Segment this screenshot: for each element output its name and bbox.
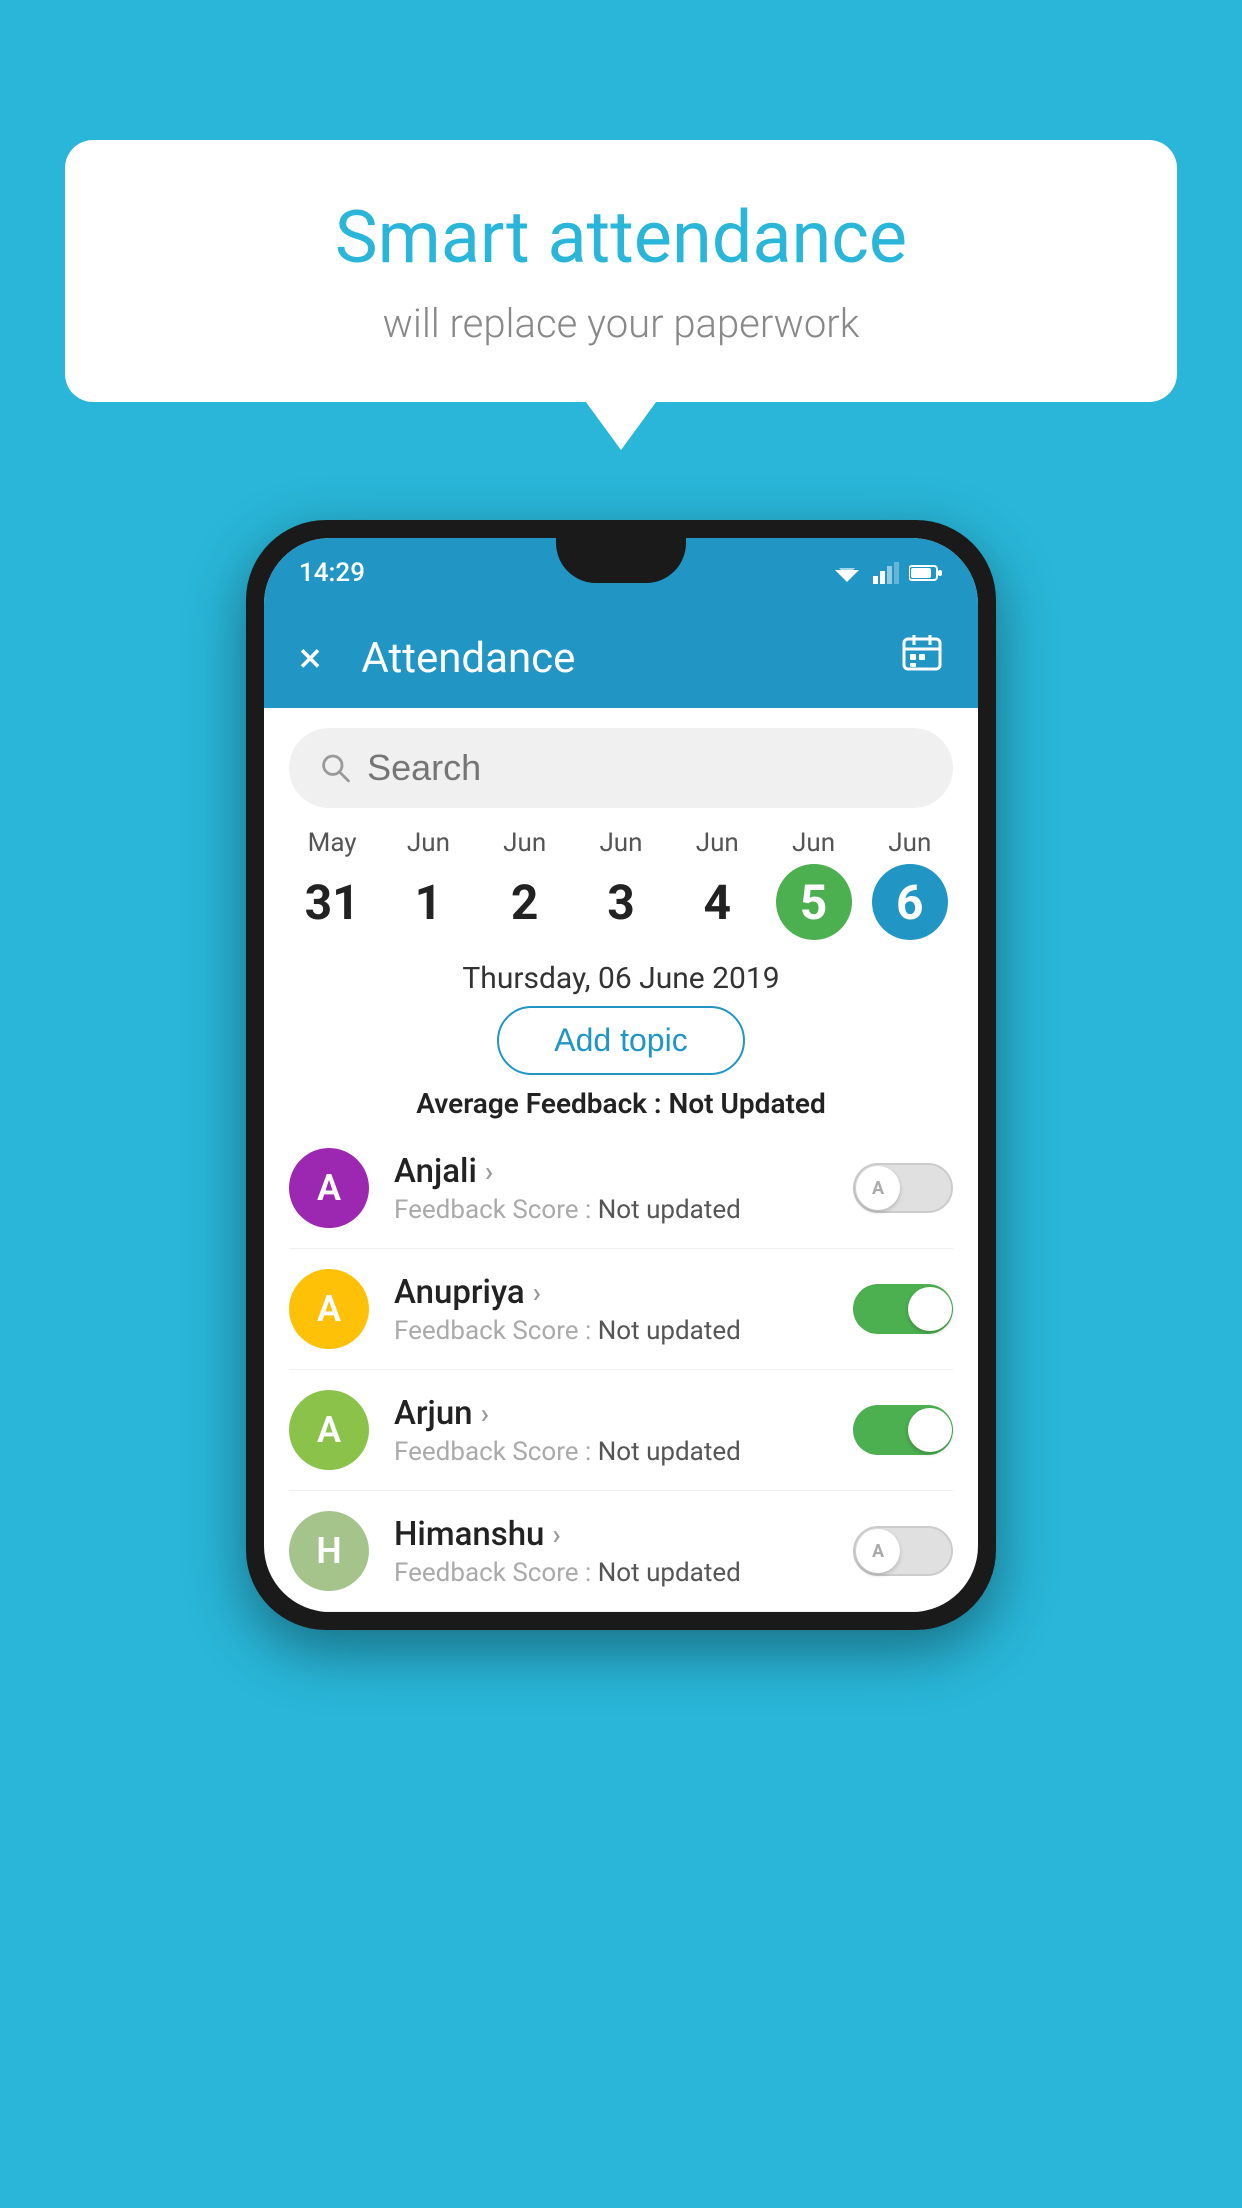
toggle-knob-3: A: [856, 1529, 900, 1573]
feedback-score-0: Feedback Score : Not updated: [394, 1195, 828, 1225]
avatar-2: A: [289, 1390, 369, 1470]
date-month-4: Jun: [669, 828, 765, 858]
toggle-wrap-3[interactable]: A: [853, 1526, 953, 1576]
feedback-score-2: Feedback Score : Not updated: [394, 1437, 828, 1467]
feedback-value-0: Not updated: [598, 1195, 741, 1225]
speech-bubble-container: Smart attendance will replace your paper…: [65, 140, 1177, 402]
toggle-wrap-0[interactable]: A: [853, 1163, 953, 1213]
date-num-0: 31: [294, 864, 370, 940]
toggle-0[interactable]: A: [853, 1163, 953, 1213]
status-time: 14:29: [299, 558, 365, 588]
chevron-icon-3: ›: [552, 1518, 560, 1551]
date-month-3: Jun: [573, 828, 669, 858]
student-row-0[interactable]: A Anjali › Feedback Score : Not updated A: [289, 1128, 953, 1249]
average-feedback: Average Feedback : Not Updated: [264, 1087, 978, 1120]
student-name-1: Anupriya ›: [394, 1273, 828, 1312]
date-num-3: 3: [583, 864, 659, 940]
chevron-icon-0: ›: [485, 1155, 493, 1188]
student-list: AAnjali ›Feedback Score : Not updatedAAA…: [264, 1128, 978, 1612]
date-num-2: 2: [487, 864, 563, 940]
search-icon: [319, 750, 352, 786]
feedback-score-1: Feedback Score : Not updated: [394, 1316, 828, 1346]
date-month-2: Jun: [477, 828, 573, 858]
student-row-2[interactable]: A Arjun › Feedback Score : Not updated P: [289, 1370, 953, 1491]
date-month-1: Jun: [380, 828, 476, 858]
toggle-2[interactable]: P: [853, 1405, 953, 1455]
date-cell-0[interactable]: May 31: [284, 828, 380, 946]
date-cell-6[interactable]: Jun 6: [862, 828, 958, 946]
toggle-knob-2: P: [908, 1408, 952, 1452]
toggle-wrap-1[interactable]: P: [853, 1284, 953, 1334]
battery-icon: [909, 564, 943, 582]
date-cell-3[interactable]: Jun 3: [573, 828, 669, 946]
student-row-1[interactable]: A Anupriya › Feedback Score : Not updated P: [289, 1249, 953, 1370]
feedback-value-2: Not updated: [598, 1437, 741, 1467]
feedback-score-3: Feedback Score : Not updated: [394, 1558, 828, 1588]
date-num-4: 4: [679, 864, 755, 940]
date-cell-4[interactable]: Jun 4: [669, 828, 765, 946]
speech-bubble-heading: Smart attendance: [125, 195, 1117, 280]
phone-outer: 14:29: [246, 520, 996, 1630]
toggle-knob-1: P: [908, 1287, 952, 1331]
calendar-icon: [901, 632, 943, 674]
search-bar[interactable]: [289, 728, 953, 808]
wifi-icon: [831, 562, 863, 584]
avatar-1: A: [289, 1269, 369, 1349]
date-cell-2[interactable]: Jun 2: [477, 828, 573, 946]
date-num-1: 1: [390, 864, 466, 940]
feedback-value-3: Not updated: [598, 1558, 741, 1588]
speech-bubble-subtext: will replace your paperwork: [125, 300, 1117, 347]
student-row-3[interactable]: H Himanshu › Feedback Score : Not updated A: [289, 1491, 953, 1612]
date-num-6: 6: [872, 864, 948, 940]
status-icons: [831, 562, 943, 584]
student-info-3: Himanshu › Feedback Score : Not updated: [394, 1515, 828, 1588]
avatar-3: H: [289, 1511, 369, 1591]
speech-bubble: Smart attendance will replace your paper…: [65, 140, 1177, 402]
student-info-0: Anjali › Feedback Score : Not updated: [394, 1152, 828, 1225]
date-month-6: Jun: [862, 828, 958, 858]
status-bar: 14:29: [264, 538, 978, 608]
toggle-3[interactable]: A: [853, 1526, 953, 1576]
selected-date-label: Thursday, 06 June 2019: [264, 961, 978, 996]
app-bar: × Attendance: [264, 608, 978, 708]
avg-feedback-value: Not Updated: [669, 1087, 826, 1120]
student-name-2: Arjun ›: [394, 1394, 828, 1433]
close-button[interactable]: ×: [299, 634, 321, 683]
toggle-knob-0: A: [856, 1166, 900, 1210]
toggle-1[interactable]: P: [853, 1284, 953, 1334]
app-bar-title: Attendance: [361, 634, 861, 683]
notch: [556, 538, 686, 583]
date-cell-1[interactable]: Jun 1: [380, 828, 476, 946]
date-row: May 31 Jun 1 Jun 2 Jun 3 Jun 4 Jun 5 Jun 6: [264, 828, 978, 946]
student-info-1: Anupriya › Feedback Score : Not updated: [394, 1273, 828, 1346]
student-name-3: Himanshu ›: [394, 1515, 828, 1554]
signal-icon: [873, 562, 899, 584]
date-cell-5[interactable]: Jun 5: [765, 828, 861, 946]
avatar-0: A: [289, 1148, 369, 1228]
search-input[interactable]: [367, 747, 923, 789]
date-num-5: 5: [776, 864, 852, 940]
avg-feedback-prefix: Average Feedback :: [416, 1087, 668, 1120]
toggle-wrap-2[interactable]: P: [853, 1405, 953, 1455]
date-month-5: Jun: [765, 828, 861, 858]
phone-container: 14:29: [246, 520, 996, 1630]
chevron-icon-2: ›: [481, 1397, 489, 1430]
add-topic-button[interactable]: Add topic: [497, 1006, 744, 1075]
calendar-button[interactable]: [901, 632, 943, 685]
feedback-value-1: Not updated: [598, 1316, 741, 1346]
date-month-0: May: [284, 828, 380, 858]
phone-inner: 14:29: [264, 538, 978, 1612]
chevron-icon-1: ›: [533, 1276, 541, 1309]
student-name-0: Anjali ›: [394, 1152, 828, 1191]
student-info-2: Arjun › Feedback Score : Not updated: [394, 1394, 828, 1467]
